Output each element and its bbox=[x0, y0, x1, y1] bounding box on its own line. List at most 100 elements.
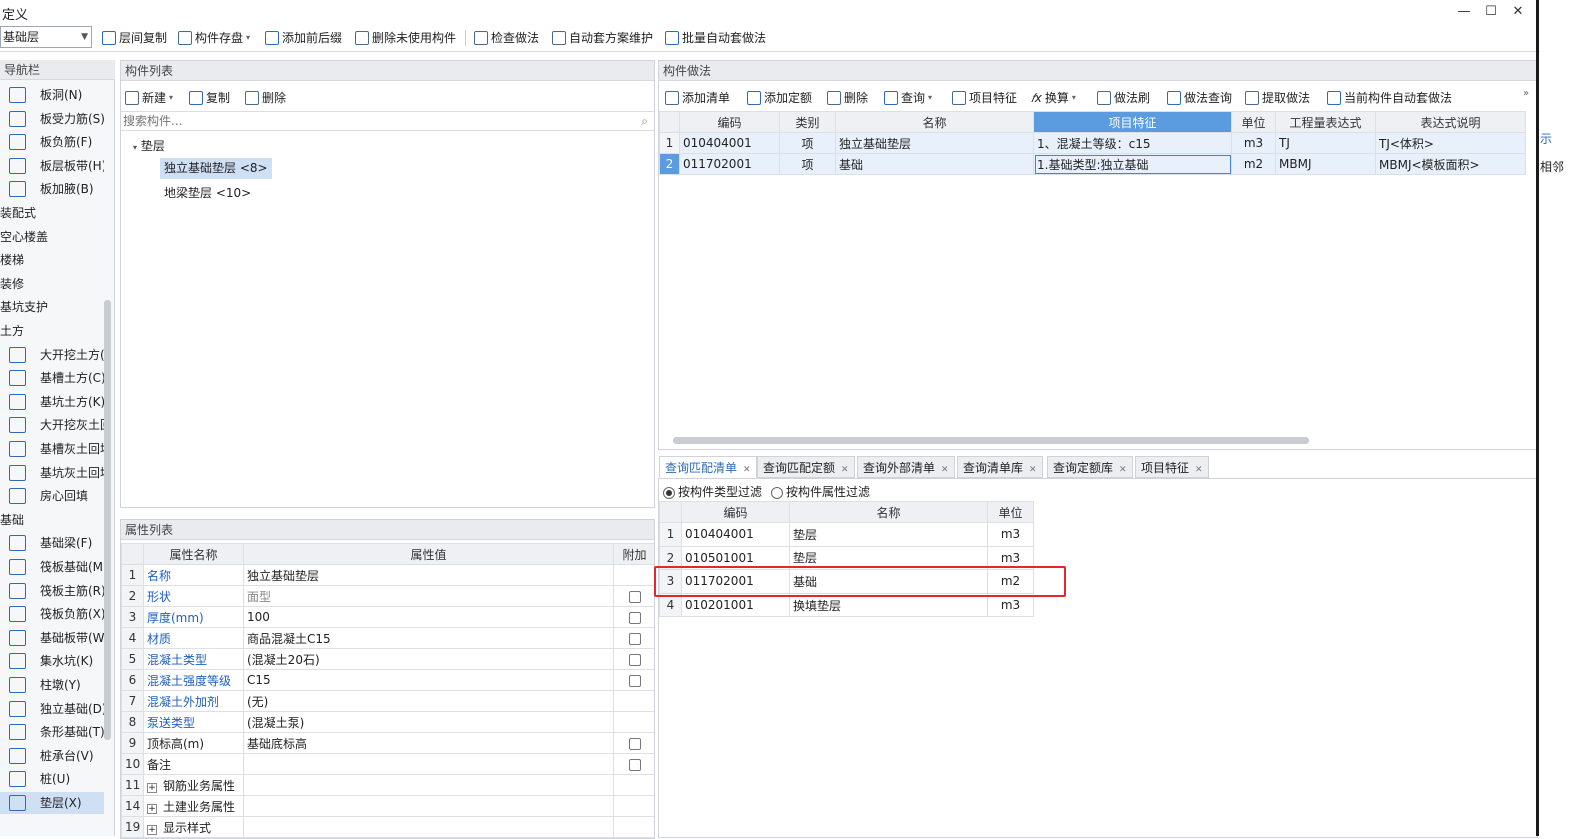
property-value[interactable]: (无) bbox=[243, 690, 614, 712]
nav-item[interactable]: 基础板带(W) bbox=[0, 627, 104, 649]
nav-item[interactable]: 板洞(N) bbox=[0, 84, 104, 106]
property-value[interactable]: 面型 bbox=[243, 585, 614, 607]
property-row[interactable]: 6 混凝土强度等级 C15 bbox=[121, 669, 654, 691]
property-row[interactable]: 4 材质 商品混凝土C15 bbox=[121, 627, 654, 649]
check-method-button[interactable]: 检查做法 bbox=[474, 27, 539, 49]
nav-item[interactable]: 筏板主筋(R) bbox=[0, 580, 104, 602]
checkbox[interactable] bbox=[628, 737, 641, 750]
copy-component-button[interactable]: 复制 bbox=[189, 87, 230, 109]
query-tab[interactable]: 查询定额库 ✕ bbox=[1047, 456, 1133, 478]
property-row[interactable]: 2 形状 面型 bbox=[121, 585, 654, 607]
item-feature-button[interactable]: 项目特征 bbox=[952, 87, 1017, 109]
nav-item[interactable]: 柱墩(Y) bbox=[0, 674, 104, 696]
nav-category[interactable]: 基础 bbox=[0, 509, 104, 531]
property-row[interactable]: 14 + 土建业务属性 bbox=[121, 795, 654, 817]
nav-item[interactable]: 基槽土方(C) bbox=[0, 367, 104, 389]
property-value[interactable] bbox=[243, 795, 614, 817]
query-tab[interactable]: 查询清单库 ✕ bbox=[957, 456, 1043, 478]
expand-icon[interactable]: + bbox=[147, 824, 157, 835]
property-row[interactable]: 10 备注 bbox=[121, 753, 654, 775]
method-cell-desc[interactable]: MBMJ<模板面积> bbox=[1375, 153, 1526, 175]
query-tab[interactable]: 查询匹配清单 ✕ bbox=[659, 456, 757, 478]
method-cell-unit[interactable]: m3 bbox=[1231, 132, 1276, 154]
method-brush-button[interactable]: 做法刷 bbox=[1097, 87, 1150, 109]
auto-method-button[interactable]: 当前构件自动套做法 bbox=[1327, 87, 1452, 109]
property-row[interactable]: 9 顶标高(m) 基础底标高 bbox=[121, 732, 654, 754]
search-input[interactable] bbox=[121, 112, 621, 130]
method-cell-type[interactable]: 项 bbox=[779, 132, 836, 154]
nav-item[interactable]: 基础梁(F) bbox=[0, 532, 104, 554]
expand-icon[interactable]: + bbox=[147, 782, 157, 793]
property-value[interactable]: (混凝土20石) bbox=[243, 648, 614, 670]
property-value[interactable]: 独立基础垫层 bbox=[243, 564, 614, 586]
query-button[interactable]: 查询 ▾ bbox=[884, 87, 932, 109]
query-tab[interactable]: 查询匹配定额 ✕ bbox=[757, 456, 855, 478]
copy-between-floors-button[interactable]: 层间复制 bbox=[102, 27, 167, 49]
tree-root[interactable]: ▾ 垫层 bbox=[133, 137, 165, 154]
nav-item[interactable]: 独立基础(D) bbox=[0, 698, 104, 720]
property-value[interactable] bbox=[243, 816, 614, 838]
close-button[interactable]: ✕ bbox=[1508, 2, 1528, 22]
convert-button[interactable]: 𝑓x 换算 ▾ bbox=[1031, 87, 1076, 109]
nav-category[interactable]: 基坑支护 bbox=[0, 296, 104, 318]
property-row[interactable]: 11 + 钢筋业务属性 bbox=[121, 774, 654, 796]
property-value[interactable]: 基础底标高 bbox=[243, 732, 614, 754]
method-cell-expr[interactable]: MBMJ bbox=[1275, 153, 1376, 175]
add-prefix-suffix-button[interactable]: 添加前后缀 bbox=[265, 27, 342, 49]
nav-item[interactable]: 条形基础(T) bbox=[0, 721, 104, 743]
batch-auto-method-button[interactable]: 批量自动套做法 bbox=[665, 27, 766, 49]
checkbox[interactable] bbox=[628, 611, 641, 624]
nav-item[interactable]: 桩承台(V) bbox=[0, 745, 104, 767]
method-row[interactable]: 2 011702001 项基础 1.基础类型:独立基础 m2 MBMJ MBMJ<模板面积> bbox=[659, 153, 1526, 175]
method-cell-feature[interactable]: 1、混凝土等级：c15 bbox=[1033, 132, 1232, 154]
method-cell-type[interactable]: 项 bbox=[779, 153, 836, 175]
delete-unused-button[interactable]: 删除未使用构件 bbox=[355, 27, 456, 49]
checkbox[interactable] bbox=[628, 590, 641, 603]
nav-item[interactable]: 筏板负筋(X) bbox=[0, 603, 104, 625]
close-icon[interactable]: ✕ bbox=[743, 465, 751, 475]
nav-item[interactable]: 板层板带(H) bbox=[0, 155, 104, 177]
method-cell-expr[interactable]: TJ bbox=[1275, 132, 1376, 154]
method-row[interactable]: 1 010404001 项独立基础垫层 1、混凝土等级：c15 m3 TJ TJ<体积> bbox=[659, 132, 1526, 154]
method-cell-name[interactable]: 独立基础垫层 bbox=[835, 132, 1034, 154]
close-icon[interactable]: ✕ bbox=[941, 465, 949, 475]
more-icon[interactable]: » bbox=[1523, 88, 1529, 99]
new-component-button[interactable]: 新建 ▾ bbox=[125, 87, 173, 109]
query-tab[interactable]: 查询外部清单 ✕ bbox=[857, 456, 955, 478]
property-row[interactable]: 1 名称 独立基础垫层 bbox=[121, 564, 654, 586]
nav-item[interactable]: 集水坑(K) bbox=[0, 650, 104, 672]
property-value[interactable]: C15 bbox=[243, 669, 614, 691]
tree-item-selected[interactable]: 独立基础垫层 <8> bbox=[160, 158, 272, 179]
filter-by-type-radio[interactable]: 按构件类型过滤 bbox=[663, 483, 762, 500]
nav-item[interactable]: 大开挖灰土回填 bbox=[0, 414, 104, 436]
nav-item[interactable]: 垫层(X) bbox=[0, 792, 104, 814]
method-cell-feature[interactable]: 1.基础类型:独立基础 bbox=[1033, 153, 1232, 175]
delete-component-button[interactable]: 删除 bbox=[245, 87, 286, 109]
property-value[interactable] bbox=[243, 774, 614, 796]
expand-icon[interactable]: + bbox=[147, 803, 157, 814]
close-icon[interactable]: ✕ bbox=[1195, 465, 1203, 475]
checkbox[interactable] bbox=[628, 758, 641, 771]
checkbox[interactable] bbox=[628, 653, 641, 666]
close-icon[interactable]: ✕ bbox=[1119, 465, 1127, 475]
maximize-button[interactable]: ☐ bbox=[1481, 2, 1501, 22]
method-cell-unit[interactable]: m2 bbox=[1231, 153, 1276, 175]
nav-category[interactable]: 装配式 bbox=[0, 202, 104, 224]
add-bill-button[interactable]: 添加清单 bbox=[665, 87, 730, 109]
nav-category[interactable]: 空心楼盖 bbox=[0, 226, 104, 248]
method-cell-code[interactable]: 011702001 bbox=[679, 153, 780, 175]
property-value[interactable]: 商品混凝土C15 bbox=[243, 627, 614, 649]
nav-category[interactable]: 土方 bbox=[0, 320, 104, 342]
property-row[interactable]: 3 厚度(mm) 100 bbox=[121, 606, 654, 628]
nav-item[interactable]: 桩(U) bbox=[0, 768, 104, 790]
floor-select[interactable]: 基础层 ▼ bbox=[0, 26, 92, 48]
add-quota-button[interactable]: 添加定额 bbox=[747, 87, 812, 109]
nav-item[interactable]: 基坑土方(K) bbox=[0, 391, 104, 413]
property-row[interactable]: 19 + 显示样式 bbox=[121, 816, 654, 838]
nav-category[interactable]: 装修 bbox=[0, 273, 104, 295]
property-row[interactable]: 8 泵送类型 (混凝土泵) bbox=[121, 711, 654, 733]
auto-scheme-maintain-button[interactable]: 自动套方案维护 bbox=[552, 27, 653, 49]
nav-item[interactable]: 基槽灰土回填 bbox=[0, 438, 104, 460]
property-value[interactable] bbox=[243, 753, 614, 775]
nav-scrollbar[interactable] bbox=[104, 300, 111, 740]
